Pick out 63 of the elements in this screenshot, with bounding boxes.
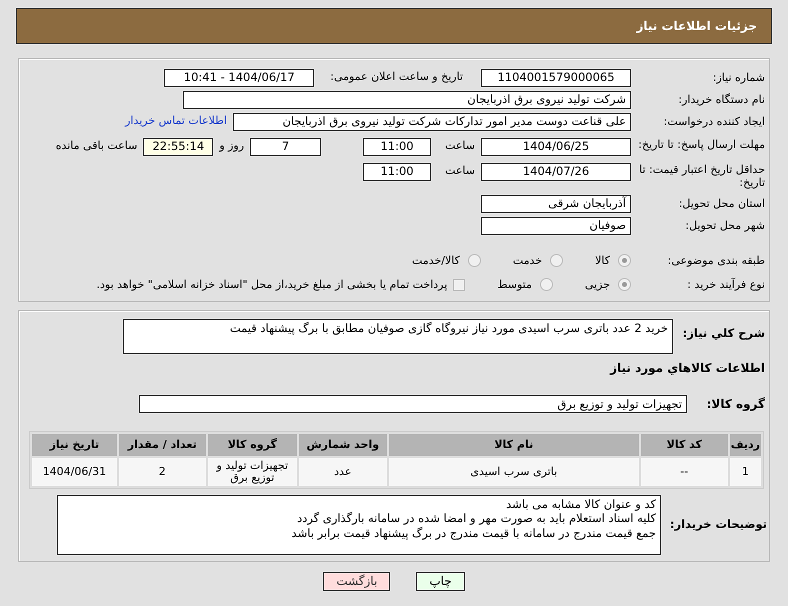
field-label: نام دستگاه خریدار:: [677, 92, 765, 106]
page-header: جزئیات اطلاعات نیاز: [16, 8, 772, 44]
column-header: گروه کالا: [208, 434, 297, 456]
notes-box: کد و عنوان کالا مشابه می باشد کلیه اسناد استعلام باید به صورت مهر و امضا شده در سامانه بارگذاری گردد جمع قیمت مندرج در سامانه با قیمت مندرج در برگ پیشنهاد قیمت برابر باشد: [57, 494, 661, 555]
field-label: ساعت: [445, 138, 475, 154]
contact-link[interactable]: اطلاعات تماس خریدار: [125, 113, 227, 130]
buyer-org-field: شرکت تولید نیروی برق اذربایجان: [183, 90, 631, 108]
radio-label: کالا: [595, 252, 610, 269]
radio-label: خدمت: [512, 252, 542, 269]
field-label: ساعت باقی مانده: [56, 138, 138, 154]
province-field: آذربایجان شرقی: [481, 194, 631, 213]
field-label: گروه کالا:: [706, 397, 765, 412]
field-label: استان محل تحویل:: [678, 197, 765, 210]
column-header: نام کالا: [388, 434, 639, 456]
deadline-time-field: 11:00: [363, 138, 432, 156]
validity-date-field: 1404/07/26: [481, 163, 631, 181]
column-header: تاریخ نیاز: [32, 434, 117, 456]
back-button[interactable]: بازگشت: [323, 572, 390, 591]
table-cell: 2: [118, 458, 206, 486]
field-label: روز و: [219, 138, 244, 154]
deadline-date-field: 1404/06/25: [481, 138, 631, 156]
field-label: شرح کلي نیاز:: [682, 325, 765, 342]
field-label: مهلت ارسال پاسخ: تا تاریخ:: [637, 138, 765, 152]
need-number-field: 1104001579000065: [481, 68, 631, 86]
table-cell: 1: [730, 458, 761, 486]
column-header: واحد شمارش: [298, 434, 387, 456]
radio-button[interactable]: [618, 254, 631, 268]
table-cell: باتری سرب اسیدی: [388, 458, 639, 486]
radio-button[interactable]: [550, 254, 564, 268]
radio-button[interactable]: [468, 254, 481, 268]
radio-button[interactable]: [618, 278, 631, 292]
table-cell: عدد: [298, 458, 387, 486]
days-field: 7: [250, 138, 322, 156]
table-cell: --: [640, 458, 728, 486]
checkbox-label: پرداخت تمام یا بخشی از مبلغ خرید،از محل "اسناد خزانه اسلامی" خواهد بود.: [96, 276, 448, 293]
column-header: کد کالا: [640, 434, 728, 456]
checkbox[interactable]: [453, 278, 466, 291]
field-label: توضیحات خریدار:: [668, 518, 767, 532]
field-label: طبقه بندی موضوعی:: [666, 254, 765, 268]
field-label: شماره نیاز:: [712, 70, 765, 84]
validity-time-field: 11:00: [363, 163, 432, 181]
remaining-time-field: 22:55:14: [143, 138, 214, 156]
column-header: تعداد / مقدار: [118, 434, 206, 456]
field-label: حداقل تاریخ اعتبار قیمت: تا تاریخ:: [638, 163, 765, 190]
radio-label: کالا/خدمت: [412, 252, 460, 269]
print-button[interactable]: چاپ: [416, 572, 465, 591]
description-box: خرید 2 عدد باتری سرب اسیدی مورد نیاز نیروگاه گازی صوفیان مطابق با برگ پیشنهاد قیمت: [123, 319, 673, 354]
radio-button[interactable]: [540, 278, 553, 292]
table-cell: 1404/06/31: [32, 458, 117, 486]
field-label: تاریخ و ساعت اعلان عمومی:: [330, 69, 463, 86]
field-label: ایجاد کننده درخواست:: [662, 114, 765, 128]
announce-date-field: 1404/06/17 - 10:41: [164, 68, 314, 86]
field-label: شهر محل تحویل:: [684, 219, 765, 232]
field-label: ساعت: [445, 163, 475, 179]
city-field: صوفیان: [481, 216, 631, 235]
goods-group-field: تجهیزات تولید و توزیع برق: [139, 395, 687, 414]
requester-field: علی قناعت دوست مدیر امور تدارکات شرکت تولید نیروی برق اذربایجان: [233, 112, 631, 130]
table-cell: تجهیزات تولید و توزیع برق: [208, 458, 297, 486]
column-header: ردیف: [730, 434, 761, 456]
section-title: اطلاعات کالاهاي مورد نياز: [610, 360, 765, 378]
field-label: نوع فرآیند خرید :: [686, 278, 765, 292]
radio-label: متوسط: [497, 276, 532, 293]
radio-label: جزیی: [584, 276, 610, 293]
